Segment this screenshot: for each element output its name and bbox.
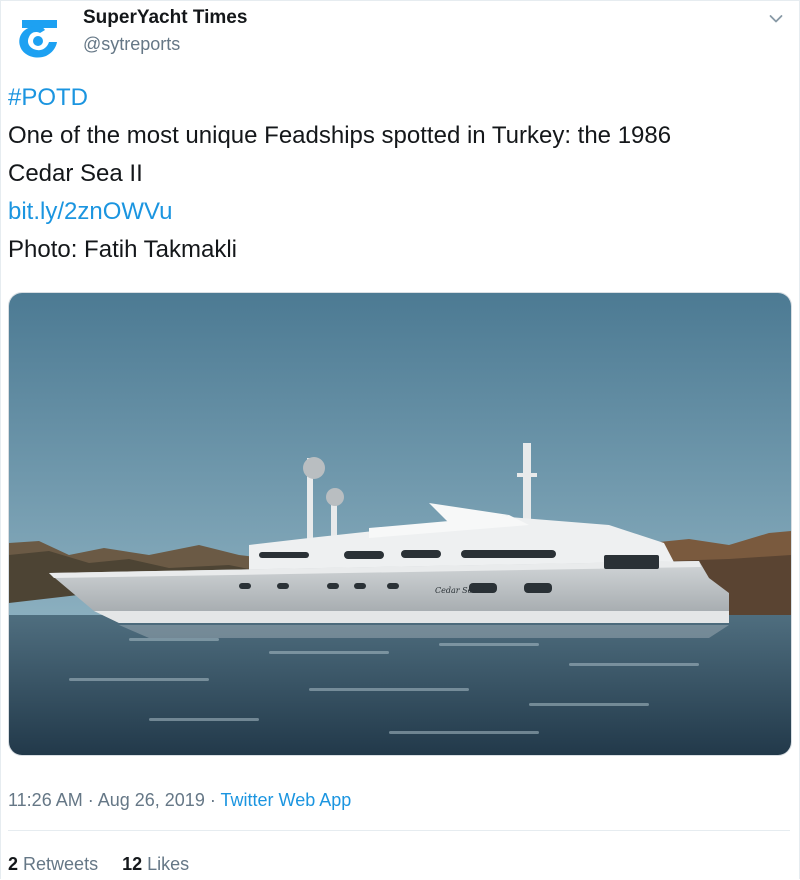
tweet-date[interactable]: Aug 26, 2019 [98,790,205,810]
separator: · [82,790,98,810]
tweet-body: #POTD One of the most unique Feadships s… [8,79,792,269]
short-url-link[interactable]: bit.ly/2znOWVu [8,198,173,225]
divider [8,830,790,831]
superyacht-times-logo-icon [19,20,58,58]
tweet-stats: 2 Retweets 12 Likes [8,852,189,876]
retweets-count: 2 [8,854,19,874]
hull-lettering: Cedar Sea 2 [435,586,485,595]
likes-stat[interactable]: 12 Likes [122,852,189,876]
author-display-name[interactable]: SuperYacht Times [83,7,247,29]
separator: · [204,790,221,810]
retweets-label: Retweets [23,854,99,874]
avatar[interactable] [9,9,67,67]
author-handle[interactable]: @sytreports [83,32,247,56]
tweet-timestamp: 11:26 AM · Aug 26, 2019 · Twitter Web Ap… [8,788,351,812]
hashtag-link[interactable]: #POTD [8,84,88,111]
likes-count: 12 [122,854,143,874]
photo-credit: Photo: Fatih Takmakli [8,236,237,263]
tweet-photo[interactable]: Cedar Sea 2 [8,292,792,756]
tweet-source-link[interactable]: Twitter Web App [221,790,352,810]
tweet-header: SuperYacht Times @sytreports [9,7,789,67]
tweet-text-line: One of the most unique Feadships spotted… [8,122,672,149]
chevron-down-icon [769,15,783,23]
tweet-time[interactable]: 11:26 AM [8,790,83,810]
likes-label: Likes [147,854,190,874]
retweets-stat[interactable]: 2 Retweets [8,852,98,876]
author-block: SuperYacht Times @sytreports [83,7,247,56]
tweet-menu-button[interactable] [765,10,787,28]
tweet-text-line: Cedar Sea II [8,160,143,187]
yacht-photo: Cedar Sea 2 [9,293,791,755]
